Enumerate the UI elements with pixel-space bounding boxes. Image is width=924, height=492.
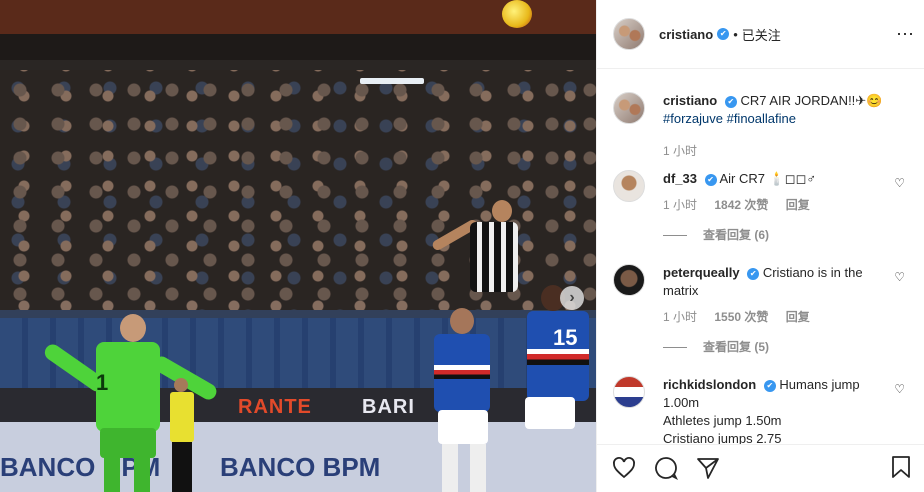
header-username[interactable]: cristiano	[659, 27, 713, 42]
comment-content: peterqueally ✔ Cristiano is in the matri…	[663, 264, 887, 356]
verified-badge-icon: ✔	[724, 95, 737, 108]
verified-badge-icon: ✔	[763, 379, 776, 392]
share-button[interactable]	[695, 455, 721, 481]
avatar[interactable]	[613, 92, 645, 124]
avatar[interactable]	[613, 264, 645, 296]
referee-figure	[168, 378, 198, 492]
comment-button[interactable]	[653, 455, 679, 481]
follow-status-button[interactable]: 已关注	[742, 25, 781, 44]
view-replies-button[interactable]: 查看回复 (5)	[663, 338, 887, 356]
comment-content: df_33 ✔ Air CR7 🕯️◻◻♂ 1 小时 1842 次赞 回复 查看…	[663, 170, 887, 244]
verified-badge-icon: ✔	[747, 267, 760, 280]
more-options-icon[interactable]: ⋯	[896, 24, 915, 45]
save-button[interactable]	[889, 455, 915, 481]
reply-button[interactable]: 回复	[786, 310, 810, 324]
heart-icon[interactable]: ♡	[894, 382, 905, 396]
replies-divider	[663, 346, 687, 348]
chevron-right-icon: ›	[569, 289, 575, 306]
post-header: cristiano ✔ • 已关注 ⋯	[597, 0, 924, 69]
comment-text-line-3: Athletes jump 1.50m	[663, 413, 782, 428]
reply-button[interactable]: 回复	[786, 198, 810, 212]
comment-meta: 1 小时 1842 次赞 回复	[663, 196, 887, 214]
separator-dot: •	[733, 26, 738, 42]
post-actions-bar	[597, 444, 924, 492]
avatar[interactable]	[613, 170, 645, 202]
comment-item: df_33 ✔ Air CR7 🕯️◻◻♂ 1 小时 1842 次赞 回复 查看…	[613, 170, 909, 244]
caption-text: CR7 AIR JORDAN!!✈😊	[740, 93, 883, 108]
avatar[interactable]	[613, 376, 645, 408]
comment-item: richkidslondon ✔ Humans jump 1.00m Athle…	[613, 376, 909, 445]
banner-text-2: BANCO BPM	[220, 452, 381, 482]
ad-text-2: BARI	[362, 396, 415, 418]
heart-icon[interactable]: ♡	[894, 270, 905, 284]
caption-username[interactable]: cristiano	[663, 93, 717, 108]
post-side-panel: cristiano ✔ • 已关注 ⋯ cristiano ✔ CR7 AIR …	[596, 0, 924, 492]
comment-time: 1 小时	[663, 198, 698, 212]
comment-text-line-2: 1.00m	[663, 395, 700, 410]
verified-badge-icon: ✔	[717, 28, 730, 40]
like-button[interactable]	[611, 455, 637, 481]
comment-icon	[655, 457, 678, 480]
comment-text-line-4: Cristiano jumps 2.75	[663, 431, 782, 445]
ad-text-1: RANTE	[238, 396, 312, 418]
heart-icon[interactable]: ♡	[894, 176, 905, 190]
stadium-light	[360, 78, 424, 84]
defender-figure-1	[420, 300, 500, 492]
comments-list[interactable]: cristiano ✔ CR7 AIR JORDAN!!✈😊 #forzajuv…	[597, 70, 924, 445]
comment-username[interactable]: df_33	[663, 171, 697, 186]
comment-content: richkidslondon ✔ Humans jump 1.00m Athle…	[663, 376, 887, 445]
verified-badge-icon: ✔	[704, 173, 717, 186]
comment-item: peterqueally ✔ Cristiano is in the matri…	[613, 264, 909, 356]
defender-figure-2: 15	[515, 285, 595, 492]
replies-divider	[663, 234, 687, 236]
comment-username[interactable]: richkidslondon	[663, 377, 756, 392]
avatar[interactable]	[613, 18, 645, 50]
heart-icon	[613, 457, 635, 479]
player-number: 15	[553, 325, 578, 350]
comment-time: 1 小时	[663, 310, 698, 324]
view-replies-button[interactable]: 查看回复 (6)	[663, 226, 887, 244]
football	[502, 0, 532, 28]
caption-hashtags[interactable]: #forzajuve #fino​allafine	[663, 111, 796, 126]
comment-text-line-1: Humans jump	[779, 377, 860, 392]
keeper-number: 1	[96, 370, 109, 395]
caption-content: cristiano ✔ CR7 AIR JORDAN!!✈😊 #forzajuv…	[663, 92, 887, 160]
caption-time: 1 小时	[663, 144, 698, 158]
comment-username[interactable]: peterqueally	[663, 265, 740, 280]
comment-text: Air CR7 🕯️◻◻♂	[719, 171, 817, 186]
next-image-button[interactable]: ›	[560, 286, 584, 310]
comment-likes[interactable]: 1842 次赞	[714, 198, 768, 212]
bookmark-icon	[892, 456, 910, 478]
comment-meta: 1 小时 1550 次赞 回复	[663, 308, 887, 326]
comment-likes[interactable]: 1550 次赞	[714, 310, 768, 324]
caption-item: cristiano ✔ CR7 AIR JORDAN!!✈😊 #forzajuv…	[613, 92, 909, 160]
post-photo[interactable]: RANTE BARI BANCO BPM BANCO BPM 1 15 ›	[0, 0, 596, 492]
jumping-player-figure	[430, 200, 518, 310]
send-icon	[697, 458, 719, 479]
post-dialog: RANTE BARI BANCO BPM BANCO BPM 1 15 › cr…	[0, 0, 924, 492]
